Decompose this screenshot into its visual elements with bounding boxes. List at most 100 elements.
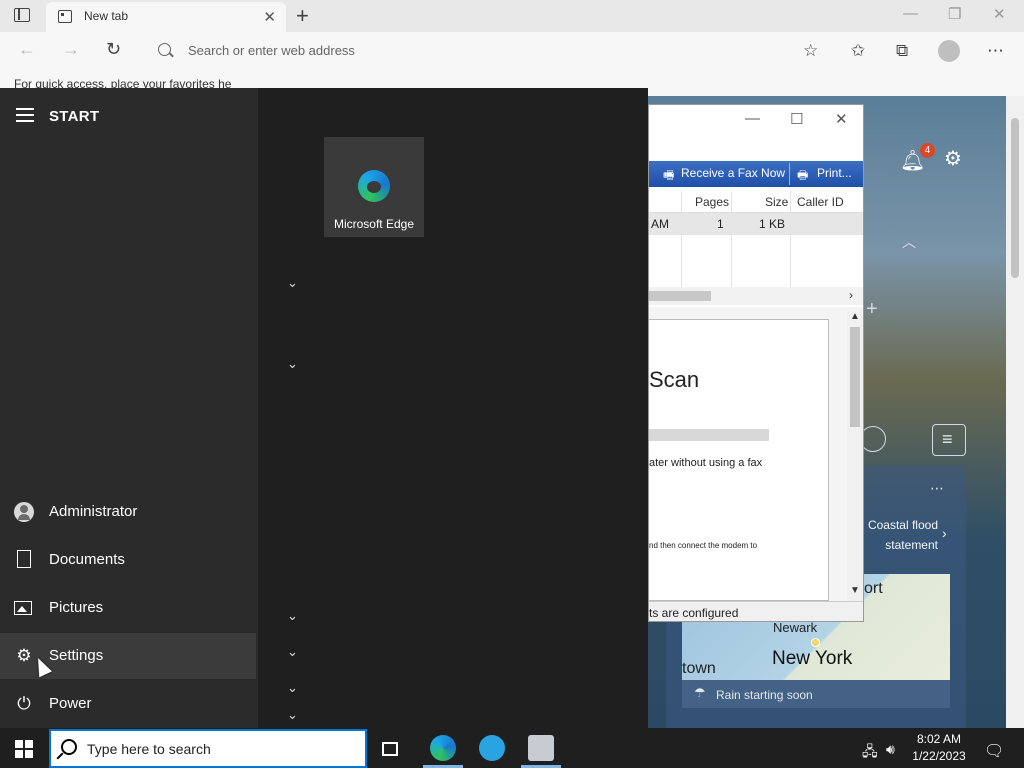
start-item-label: Documents: [49, 551, 125, 568]
chevron-down-icon[interactable]: ▼: [850, 585, 860, 596]
group-collapse-chevron-icon[interactable]: ⌄: [287, 275, 298, 291]
printer-icon: 🖶︎: [797, 168, 809, 182]
address-bar[interactable]: Search or enter web address: [146, 36, 836, 66]
start-item-administrator[interactable]: Administrator: [0, 489, 256, 535]
start-item-power[interactable]: ⏻ Power: [0, 681, 256, 727]
page-settings-icon[interactable]: ⚙: [944, 146, 962, 171]
column-divider: [731, 191, 732, 287]
address-placeholder: Search or enter web address: [188, 43, 355, 58]
fax-maximize-button[interactable]: ☐: [790, 110, 803, 128]
cell-time: AM: [651, 217, 669, 231]
document-icon: [17, 550, 31, 568]
start-item-label: Administrator: [49, 503, 138, 520]
list-horizontal-scrollbar[interactable]: ›: [649, 287, 863, 305]
start-item-label: Power: [49, 695, 92, 712]
tab-close-icon[interactable]: ✕: [263, 8, 276, 26]
tab-new-tab[interactable]: New tab ✕: [46, 2, 286, 32]
back-icon[interactable]: ←: [18, 39, 36, 60]
cell-pages: 1: [717, 217, 724, 231]
fax-close-button[interactable]: ✕: [835, 110, 848, 128]
more-options-icon[interactable]: ⋯: [930, 480, 944, 497]
taskbar-search-box[interactable]: Type here to search: [49, 729, 367, 768]
profile-avatar[interactable]: [938, 40, 960, 62]
taskbar-clock[interactable]: 8:02 AM 1/22/2023: [906, 731, 972, 765]
browser-titlebar: New tab ✕ + — ❐ ✕: [0, 0, 1024, 32]
feather-app-icon[interactable]: [479, 735, 505, 761]
group-collapse-chevron-icon[interactable]: ⌄: [287, 356, 298, 372]
start-item-documents[interactable]: Documents: [0, 537, 256, 583]
edge-taskbar-icon[interactable]: [430, 735, 456, 761]
column-caller-id[interactable]: Caller ID: [797, 195, 844, 209]
chevron-up-icon[interactable]: ▲: [850, 311, 860, 322]
browser-toolbar: ← → ↻ Search or enter web address ☆ ✩ ⧉ …: [0, 32, 1024, 70]
scrollbar-thumb[interactable]: [1011, 118, 1019, 278]
windows-start-icon[interactable]: [15, 740, 33, 758]
start-menu-tiles-area: [258, 88, 648, 728]
table-row[interactable]: AM 1 1 KB: [649, 213, 863, 235]
start-menu-sidebar: [0, 88, 258, 728]
chevron-right-icon: ›: [942, 525, 947, 541]
collapse-chevron-icon[interactable]: ︿: [902, 232, 916, 252]
forward-icon[interactable]: →: [62, 39, 80, 60]
clock-date: 1/22/2023: [912, 749, 966, 763]
start-item-pictures[interactable]: Pictures: [0, 585, 256, 631]
network-icon[interactable]: 🖧︎: [862, 741, 878, 765]
weather-alert[interactable]: Coastal flood statement: [852, 515, 938, 555]
gear-icon: ⚙: [16, 646, 32, 665]
start-menu-title: START: [49, 108, 100, 125]
fax-receive-icon: 🖷︎: [663, 168, 675, 182]
chevron-right-icon[interactable]: ›: [849, 288, 853, 302]
more-icon[interactable]: ⋯: [987, 41, 1004, 61]
start-item-label: Settings: [49, 647, 104, 664]
location-marker: [811, 638, 820, 647]
user-icon: [14, 502, 34, 522]
pictures-icon: [14, 601, 32, 615]
scrollbar-thumb[interactable]: [850, 327, 860, 427]
search-placeholder: Type here to search: [87, 741, 211, 757]
rain-forecast[interactable]: ☂ Rain starting soon: [682, 680, 950, 708]
fax-minimize-button[interactable]: —: [745, 110, 760, 127]
map-label-new-york: New York: [772, 648, 853, 669]
edge-logo-icon: [358, 170, 390, 202]
notification-badge: 4: [920, 143, 935, 158]
close-button[interactable]: ✕: [993, 5, 1006, 23]
favorites-icon[interactable]: ✩: [851, 41, 865, 61]
fax-window-titlebar: — ☐ ✕: [649, 105, 863, 135]
preview-heading: Scan: [649, 367, 700, 392]
refresh-icon[interactable]: ↻: [106, 39, 121, 60]
page-scrollbar[interactable]: [1006, 96, 1024, 728]
task-view-icon[interactable]: [382, 742, 398, 756]
print-button[interactable]: Print...: [817, 166, 852, 180]
tile-microsoft-edge[interactable]: Microsoft Edge: [324, 137, 424, 237]
scrollbar-thumb[interactable]: [649, 291, 711, 301]
search-icon: [158, 43, 171, 56]
group-collapse-chevron-icon[interactable]: ⌄: [287, 644, 298, 660]
map-label-port: ort: [864, 580, 883, 597]
column-divider: [681, 191, 682, 287]
fax-status-text: ts are configured: [649, 606, 739, 620]
hamburger-menu-icon[interactable]: [16, 108, 34, 122]
fax-scan-taskbar-icon[interactable]: [528, 735, 554, 761]
group-collapse-chevron-icon[interactable]: ⌄: [287, 707, 298, 723]
column-size[interactable]: Size: [765, 195, 788, 209]
add-favorite-icon[interactable]: ☆: [803, 41, 818, 61]
restore-button[interactable]: ❐: [948, 5, 961, 23]
tab-actions-icon[interactable]: [14, 8, 30, 22]
volume-icon[interactable]: 🔊︎: [886, 741, 895, 758]
add-site-icon[interactable]: +: [866, 298, 878, 321]
preview-vertical-scrollbar[interactable]: ▲ ▼: [847, 311, 863, 601]
map-label-newark: Newark: [773, 620, 818, 635]
new-tab-button[interactable]: +: [296, 3, 309, 29]
layout-menu-icon[interactable]: [932, 424, 966, 456]
minimize-button[interactable]: —: [903, 5, 918, 22]
rain-forecast-text: Rain starting soon: [716, 688, 813, 702]
column-pages[interactable]: Pages: [695, 195, 729, 209]
receive-fax-button[interactable]: Receive a Fax Now: [681, 166, 785, 180]
group-collapse-chevron-icon[interactable]: ⌄: [287, 680, 298, 696]
collections-icon[interactable]: ⧉: [896, 41, 908, 61]
search-icon: [61, 739, 77, 755]
group-collapse-chevron-icon[interactable]: ⌄: [287, 608, 298, 624]
action-center-icon[interactable]: 🗨︎: [984, 741, 1004, 761]
fax-toolbar: 🖷︎ Receive a Fax Now 🖶︎ Print...: [649, 161, 863, 187]
preview-text: ater without using a fax: [649, 457, 763, 469]
